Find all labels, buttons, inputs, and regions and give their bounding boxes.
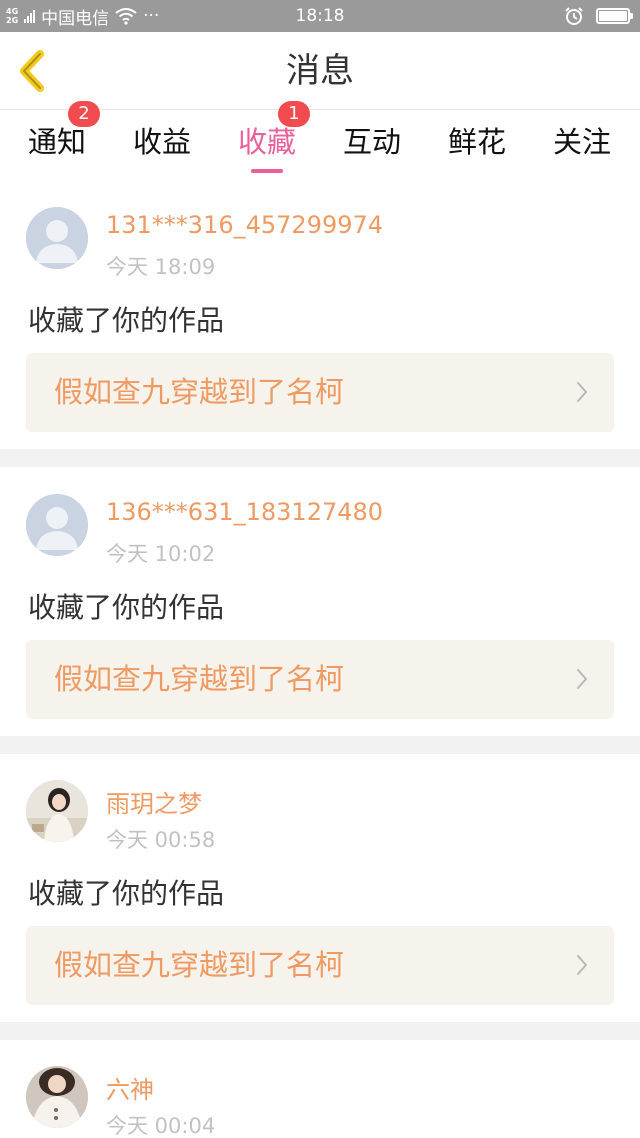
card-divider: [0, 1022, 640, 1040]
action-text: 收藏了你的作品: [28, 877, 225, 910]
tab-label: 互动: [342, 125, 401, 159]
action-text: 收藏了你的作品: [28, 304, 225, 337]
work-link[interactable]: 假如查九穿越到了名柯: [26, 353, 614, 432]
active-tab-indicator: [251, 169, 283, 173]
chevron-right-icon: [577, 955, 587, 975]
battery-icon: [596, 8, 633, 24]
message-card: 136***631_183127480 今天 10:02 收藏了你的作品假如查九穿越…: [0, 468, 640, 736]
status-right: [564, 0, 633, 32]
avatar[interactable]: [26, 780, 88, 842]
work-link[interactable]: 假如查九穿越到了名柯: [26, 926, 614, 1005]
work-link[interactable]: 假如查九穿越到了名柯: [26, 640, 614, 719]
tab-interactions[interactable]: 互动: [327, 111, 417, 181]
tab-bar: 通知 2 收益 收藏 1 互动 鲜花 关注: [0, 101, 640, 181]
unread-count-badge: 2: [68, 101, 100, 127]
message-time: 今天 00:58: [106, 828, 216, 852]
tab-favorites[interactable]: 收藏 1: [222, 101, 312, 181]
avatar[interactable]: [26, 1066, 88, 1128]
work-title: 假如查九穿越到了名柯: [54, 662, 345, 696]
unread-count-badge: 1: [278, 101, 310, 127]
avatar[interactable]: [26, 207, 88, 269]
card-divider: [0, 736, 640, 754]
status-bar: 4G 2G 中国电信 ··· 18:18: [0, 0, 640, 32]
alarm-icon: [565, 7, 583, 25]
chevron-right-icon: [577, 669, 587, 689]
message-time: 今天 00:04: [106, 1114, 216, 1138]
action-text: 收藏了你的作品: [28, 591, 225, 624]
work-title: 假如查九穿越到了名柯: [54, 375, 345, 409]
message-time: 今天 18:09: [106, 255, 216, 279]
tab-earnings[interactable]: 收益: [117, 111, 207, 181]
username-link[interactable]: 136***631_183127480: [106, 498, 383, 526]
message-card: 雨玥之梦今天 00:58 收藏了你的作品假如查九穿越到了名柯: [0, 754, 640, 1022]
message-time: 今天 10:02: [106, 542, 216, 566]
tab-flowers[interactable]: 鲜花: [432, 111, 522, 181]
message-card: 131***316_457299974 今天 18:09 收藏了你的作品假如查九穿越…: [0, 181, 640, 449]
username-link[interactable]: 雨玥之梦: [106, 784, 202, 819]
page-title: 消息: [286, 51, 354, 91]
avatar[interactable]: [26, 494, 88, 556]
tab-notifications[interactable]: 通知 2: [12, 101, 102, 181]
tab-follows[interactable]: 关注: [537, 111, 627, 181]
tab-label: 关注: [552, 125, 611, 159]
battery-level: [599, 11, 627, 21]
username-link[interactable]: 131***316_457299974: [106, 211, 383, 239]
status-time: 18:18: [295, 6, 345, 26]
message-card: 六神今天 00:04: [0, 1040, 640, 1138]
username-link[interactable]: 六神: [106, 1070, 154, 1105]
nav-bar: 消息: [0, 32, 640, 110]
work-title: 假如查九穿越到了名柯: [54, 948, 345, 982]
chevron-right-icon: [577, 382, 587, 402]
tab-label: 收益: [132, 125, 191, 159]
tab-label: 鲜花: [447, 125, 506, 159]
card-divider: [0, 449, 640, 467]
